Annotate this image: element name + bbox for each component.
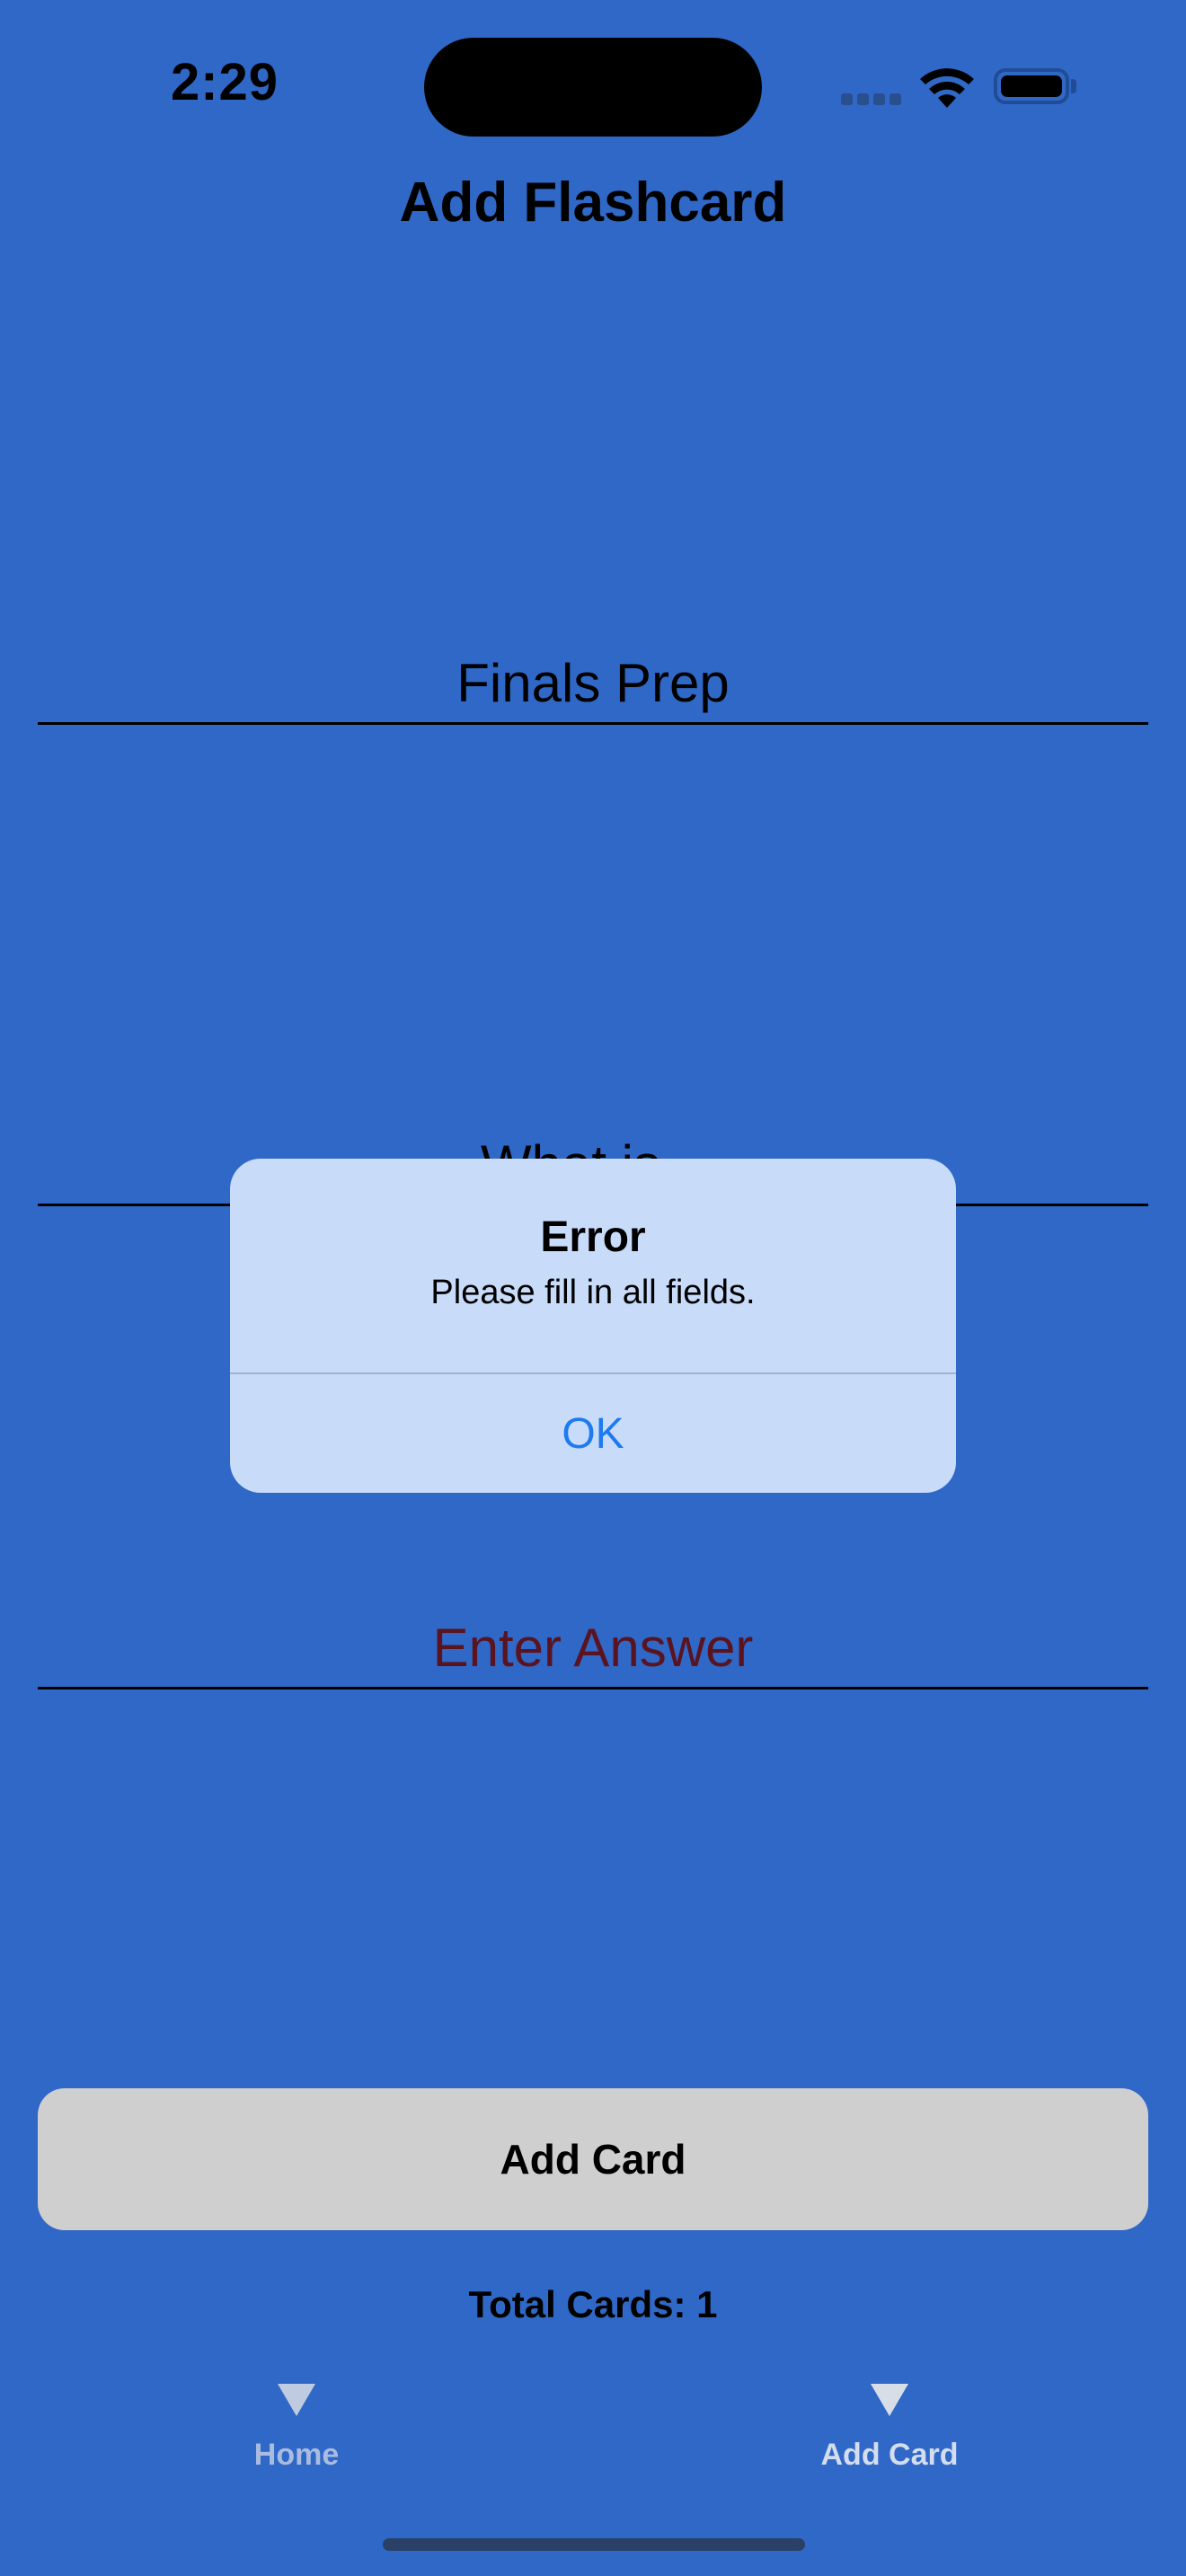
add-card-button[interactable]: Add Card [38,2088,1148,2230]
triangle-down-icon [871,2384,908,2416]
error-alert: Error Please fill in all fields. OK [230,1159,956,1493]
page-title: Add Flashcard [399,172,787,234]
tab-bar: Home Add Card [0,2371,1186,2479]
deck-name-value: Finals Prep [456,653,730,713]
wifi-icon [920,68,974,108]
alert-message: Please fill in all fields. [430,1274,756,1311]
total-cards-label: Total Cards: 1 [468,2283,718,2325]
status-time: 2:29 [170,53,279,111]
alert-title: Error [540,1213,646,1261]
status-bar: 2:29 [0,0,1186,171]
answer-field[interactable]: Enter Answer [38,1611,1148,1692]
answer-underline [38,1687,1148,1689]
deck-name-underline [38,722,1148,725]
battery-icon [994,68,1069,104]
cellular-signal-icon [841,93,902,106]
battery-cap [1071,79,1076,93]
answer-placeholder: Enter Answer [432,1618,754,1678]
dynamic-island [424,38,762,137]
triangle-down-icon [278,2384,315,2416]
tab-home[interactable]: Home [99,2371,494,2479]
tab-add-card[interactable]: Add Card [692,2371,1087,2479]
tab-add-card-label: Add Card [820,2438,959,2472]
alert-ok-button[interactable]: OK [230,1374,956,1493]
deck-name-field[interactable]: Finals Prep [38,647,1148,728]
tab-home-label: Home [253,2438,340,2472]
home-indicator [383,2538,805,2551]
